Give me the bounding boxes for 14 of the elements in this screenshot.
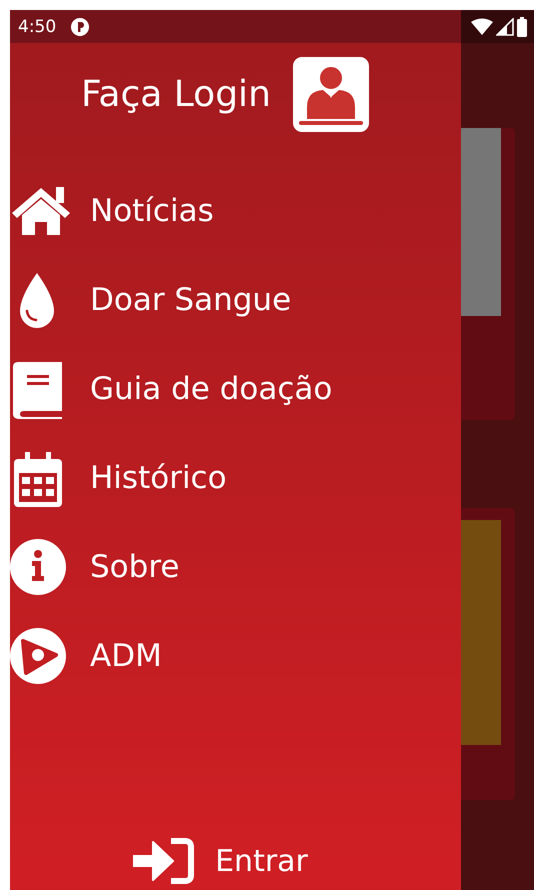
drawer-menu-item[interactable]: Doar Sangue	[10, 269, 461, 331]
drawer-menu-item[interactable]: Histórico	[10, 447, 461, 509]
sign-in-icon	[133, 838, 196, 884]
drawer-menu-item[interactable]: Notícias	[10, 180, 461, 242]
battery-icon	[517, 16, 527, 36]
drawer-menu-item[interactable]: Sobre	[10, 536, 461, 598]
clock-time: 4:50	[18, 16, 56, 36]
wifi-icon	[471, 18, 493, 36]
signal-icon	[496, 18, 514, 36]
drawer-menu-item[interactable]: ADM	[10, 625, 461, 687]
user-avatar-icon[interactable]	[292, 56, 369, 132]
drawer-title: Faça Login	[81, 74, 271, 114]
login-button[interactable]: Entrar	[133, 838, 338, 884]
drawer-menu-item[interactable]: Guia de doação	[10, 358, 461, 420]
